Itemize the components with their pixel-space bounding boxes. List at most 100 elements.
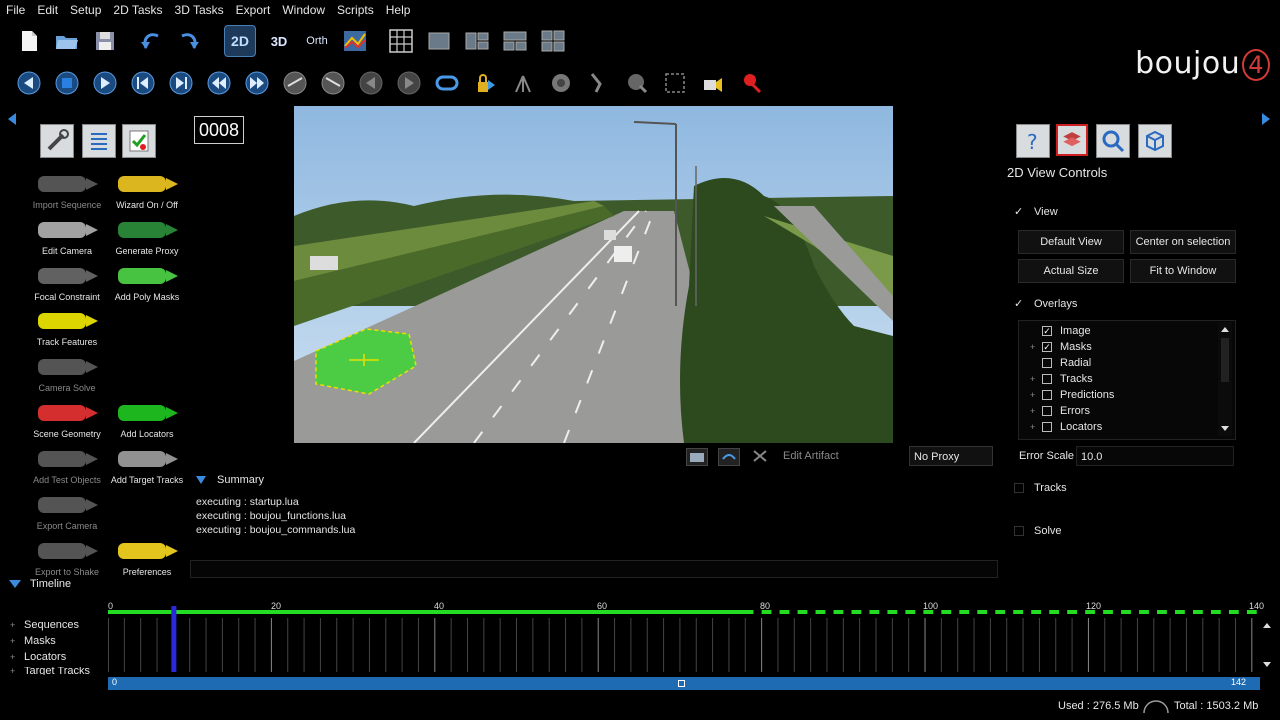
edit-artifact-label[interactable]: Edit Artifact [783, 450, 839, 462]
step-forward-button[interactable] [166, 68, 196, 98]
expand-plus-icon[interactable]: + [10, 652, 24, 662]
layers-tab-button[interactable] [1056, 124, 1088, 156]
add-test-objects-tool-button[interactable]: Add Test Objects [28, 445, 106, 489]
select-tool-button[interactable] [660, 68, 690, 98]
menu-2d-tasks[interactable]: 2D Tasks [107, 3, 168, 17]
error-scale-input[interactable]: 10.0 [1076, 446, 1234, 466]
camera-solve-tool-button[interactable]: Camera Solve [28, 353, 106, 397]
open-button[interactable] [52, 26, 82, 56]
layout-stack-button[interactable] [500, 26, 530, 56]
overlay-item-radial[interactable]: Radial [1030, 355, 1091, 371]
viewport[interactable] [294, 106, 893, 444]
overlay-checkbox[interactable] [1042, 374, 1052, 384]
overlay-checkbox[interactable]: ✓ [1042, 342, 1052, 352]
export-camera-tool-button[interactable]: Export Camera [28, 491, 106, 535]
overlay-checkbox[interactable] [1042, 422, 1052, 432]
overlays-section-header[interactable]: ✓ Overlays [1014, 297, 1077, 311]
generate-proxy-tool-button[interactable]: Generate Proxy [108, 216, 186, 260]
overlay-checkbox[interactable] [1042, 390, 1052, 400]
go-start-button[interactable] [204, 68, 234, 98]
overlay-item-predictions[interactable]: + Predictions [1030, 387, 1114, 403]
help-tab-button[interactable]: ? [1016, 124, 1050, 158]
overlay-item-image[interactable]: ✓ Image [1030, 323, 1091, 339]
menu-3d-tasks[interactable]: 3D Tasks [169, 3, 230, 17]
undo-edit-button[interactable] [718, 448, 740, 466]
track-features-tool-button[interactable]: Track Features [28, 307, 106, 351]
cube-tab-button[interactable] [1138, 124, 1172, 158]
add-locators-tool-button[interactable]: Add Locators [108, 399, 186, 443]
overlay-item-masks[interactable]: + ✓ Masks [1030, 339, 1092, 355]
overlay-checkbox[interactable] [1042, 406, 1052, 416]
camera-tool-button[interactable] [546, 68, 576, 98]
menu-export[interactable]: Export [230, 3, 277, 17]
timeline-track-locators[interactable]: + Locators [10, 651, 66, 663]
tracker-tool-button[interactable] [584, 68, 614, 98]
play-forward-button[interactable] [90, 68, 120, 98]
layout-single-button[interactable] [424, 26, 454, 56]
menu-scripts[interactable]: Scripts [331, 3, 380, 17]
timeline-track-masks[interactable]: + Masks [10, 635, 56, 647]
tracks-section-header[interactable]: Tracks [1014, 482, 1067, 494]
fit-to-window-button[interactable]: Fit to Window [1130, 259, 1236, 283]
edit-camera-tool-button[interactable]: Edit Camera [28, 216, 106, 260]
lock-button[interactable] [470, 68, 500, 98]
overlay-item-errors[interactable]: + Errors [1030, 403, 1090, 419]
import-sequence-tool-button[interactable]: Import Sequence [28, 170, 106, 214]
wizard-on-off-tool-button[interactable]: Wizard On / Off [108, 170, 186, 214]
overlay-checkbox[interactable] [1042, 358, 1052, 368]
keyframe-prev-button[interactable] [280, 68, 310, 98]
focal-constraint-tool-button[interactable]: Focal Constraint [28, 262, 106, 306]
play-backward-button[interactable] [14, 68, 44, 98]
view-3d-button[interactable]: 3D [264, 26, 294, 56]
export-to-shake-tool-button[interactable]: Export to Shake [28, 537, 106, 581]
menu-help[interactable]: Help [380, 3, 417, 17]
list-tab-button[interactable] [82, 124, 116, 158]
prev-disabled-button[interactable] [356, 68, 386, 98]
menu-window[interactable]: Window [276, 3, 331, 17]
overlay-item-locators[interactable]: + Locators [1030, 419, 1102, 435]
expand-plus-icon[interactable]: + [10, 636, 24, 646]
right-panel-collapse-arrow[interactable] [1260, 112, 1272, 126]
tripod-tool-button[interactable] [508, 68, 538, 98]
menu-edit[interactable]: Edit [31, 3, 64, 17]
range-center-handle[interactable] [678, 680, 685, 687]
timeline-header[interactable]: Timeline [8, 578, 71, 590]
edit-artifact-tool-button[interactable] [750, 448, 770, 464]
overlay-item-tracks[interactable]: + Tracks [1030, 371, 1093, 387]
layout-quad-button[interactable] [538, 26, 568, 56]
expand-plus-icon[interactable]: + [10, 620, 24, 630]
left-panel-collapse-arrow[interactable] [6, 112, 18, 126]
center-on-selection-button[interactable]: Center on selection [1130, 230, 1236, 254]
view-section-header[interactable]: ✓ View [1014, 205, 1058, 219]
expand-plus-icon[interactable]: + [10, 667, 24, 675]
expand-plus-icon[interactable]: + [1030, 342, 1042, 352]
solver-tool-button[interactable] [622, 68, 652, 98]
expand-plus-icon[interactable]: + [1030, 406, 1042, 416]
graph-view-button[interactable] [340, 26, 370, 56]
preferences-tool-button[interactable]: Preferences [108, 537, 186, 581]
view-orth-button[interactable]: Orth [302, 26, 332, 56]
add-target-tracks-tool-button[interactable]: Add Target Tracks [108, 445, 186, 489]
overlay-checkbox[interactable]: ✓ [1042, 326, 1052, 336]
redo-button[interactable] [174, 26, 204, 56]
search-tab-button[interactable] [1096, 124, 1130, 158]
summary-header[interactable]: Summary [195, 474, 264, 486]
keyframe-next-button[interactable] [318, 68, 348, 98]
save-button[interactable] [90, 26, 120, 56]
export-camera-tool-button[interactable] [698, 68, 728, 98]
record-tool-button[interactable] [736, 68, 766, 98]
view-2d-button[interactable]: 2D [224, 25, 256, 57]
scene-geometry-tool-button[interactable]: Scene Geometry [28, 399, 106, 443]
step-back-button[interactable] [128, 68, 158, 98]
expand-plus-icon[interactable]: + [1030, 422, 1042, 432]
timeline-track-area[interactable] [107, 594, 1260, 674]
snapshot-button[interactable] [686, 448, 708, 466]
overlays-scrollbar[interactable] [1218, 322, 1232, 436]
new-file-button[interactable] [14, 26, 44, 56]
actual-size-button[interactable]: Actual Size [1018, 259, 1124, 283]
add-poly-masks-tool-button[interactable]: Add Poly Masks [108, 262, 186, 306]
expand-plus-icon[interactable]: + [1030, 390, 1042, 400]
solve-section-header[interactable]: Solve [1014, 525, 1062, 537]
default-view-button[interactable]: Default View [1018, 230, 1124, 254]
undo-button[interactable] [136, 26, 166, 56]
